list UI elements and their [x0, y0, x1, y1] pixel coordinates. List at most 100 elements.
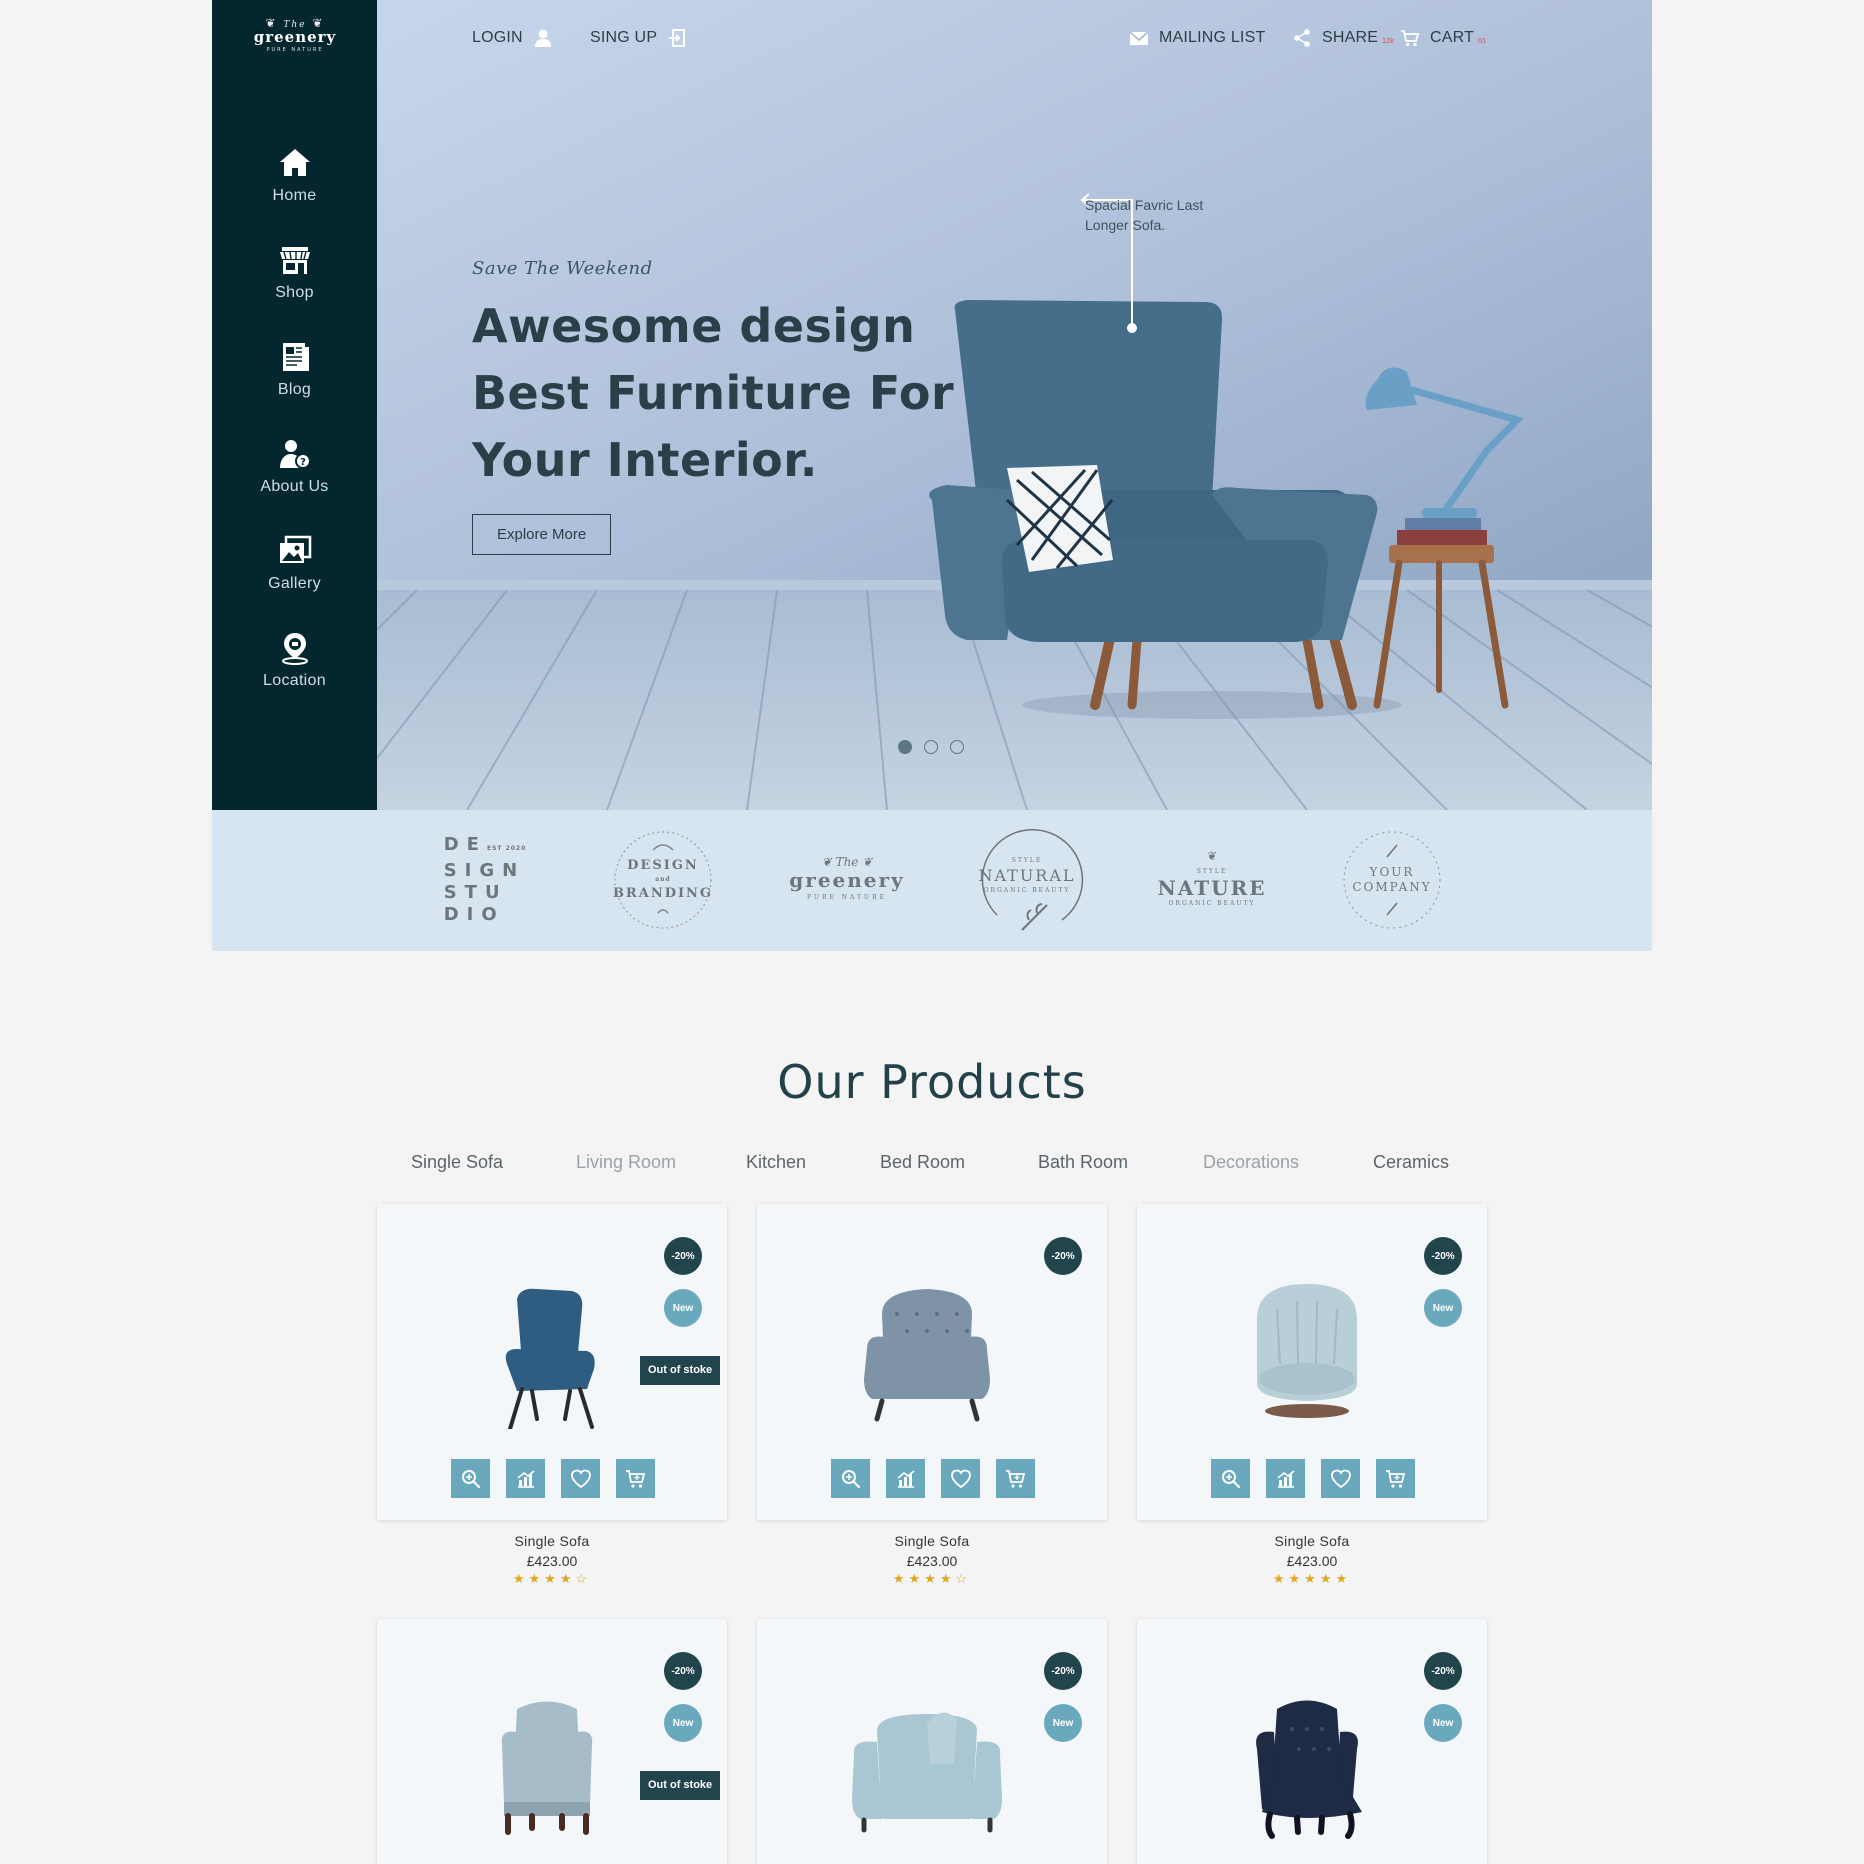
- compare-button[interactable]: [1266, 1459, 1305, 1498]
- product-image[interactable]: [462, 1269, 632, 1429]
- product-price: £423.00: [1286, 1553, 1338, 1569]
- share-link[interactable]: SHARE 12k: [1292, 28, 1394, 48]
- logo-text: YOUR: [1369, 865, 1415, 879]
- sidebar: ❦ The ❦ greenery PURE NATURE Home Shop B…: [212, 0, 377, 810]
- add-to-cart-button[interactable]: [1376, 1459, 1415, 1498]
- slider-dot-3[interactable]: [950, 740, 964, 754]
- product-image[interactable]: [1222, 1269, 1392, 1429]
- sidebar-item-shop[interactable]: Shop: [212, 242, 377, 339]
- discount-badge: -20%: [664, 1237, 702, 1275]
- quick-view-button[interactable]: [1211, 1459, 1250, 1498]
- sidebar-item-gallery[interactable]: Gallery: [212, 533, 377, 630]
- sidebar-item-blog[interactable]: Blog: [212, 339, 377, 436]
- rating-stars: ★★★★☆: [892, 1571, 972, 1586]
- zoom-icon: [840, 1468, 862, 1490]
- sidebar-item-location[interactable]: Location: [212, 630, 377, 727]
- logo-text: DE: [443, 834, 487, 855]
- logo-text: DESIGN: [627, 858, 699, 873]
- slider-dot-2[interactable]: [924, 740, 938, 754]
- slider-dot-1[interactable]: [898, 740, 912, 754]
- out-of-stock-label: Out of stoke: [640, 1356, 721, 1385]
- share-count-badge: 12k: [1382, 37, 1395, 45]
- cart-count-badge: 01: [1478, 37, 1487, 45]
- location-icon: [281, 633, 308, 665]
- sidebar-item-label: Gallery: [268, 575, 321, 592]
- product-card[interactable]: -20% New Out of stoke: [377, 1204, 727, 1520]
- login-link[interactable]: LOGIN: [472, 28, 553, 48]
- tab-kitchen[interactable]: Kitchen: [746, 1152, 806, 1173]
- products-section-title: Our Products: [777, 1055, 1087, 1109]
- tab-decorations[interactable]: Decorations: [1203, 1152, 1299, 1173]
- new-badge: New: [664, 1704, 702, 1742]
- logo-tagline: PURE NATURE: [266, 47, 324, 53]
- product-card[interactable]: -20%: [757, 1204, 1107, 1520]
- tab-single-sofa[interactable]: Single Sofa: [411, 1152, 503, 1173]
- brand-logo[interactable]: ❦ The ❦ greenery PURE NATURE: [240, 16, 350, 53]
- compare-button[interactable]: [506, 1459, 545, 1498]
- logo-text: COMPANY: [1352, 880, 1432, 894]
- quick-view-button[interactable]: [831, 1459, 870, 1498]
- sidebar-item-label: Location: [263, 672, 326, 689]
- add-to-cart-icon: [625, 1468, 647, 1490]
- partner-logo-your-company[interactable]: YOUR COMPANY: [1332, 825, 1452, 935]
- product-actions: [1211, 1459, 1415, 1498]
- share-label: SHARE: [1322, 29, 1379, 46]
- partner-logo-nature[interactable]: ❦ STYLE NATURE ORGANIC BEAUTY: [1147, 825, 1277, 935]
- product-image[interactable]: [1222, 1684, 1392, 1844]
- product-image[interactable]: [462, 1684, 632, 1844]
- partner-logo-greenery[interactable]: ❦ The ❦ greenery PURE NATURE: [767, 825, 927, 935]
- brand-logo-strip: DEEST 2020 SIGN STU DIO DESIGN and BRAND…: [212, 810, 1652, 951]
- product-image[interactable]: [842, 1684, 1012, 1844]
- home-icon: [279, 149, 310, 176]
- product-info: Single Sofa £423.00 ★★★★☆: [377, 1533, 727, 1587]
- shop-icon: [279, 247, 310, 274]
- signup-link[interactable]: SING UP: [590, 28, 687, 48]
- product-name[interactable]: Single Sofa: [1137, 1533, 1487, 1549]
- hero-headline-line: Your Interior.: [472, 433, 818, 487]
- partner-logo-design-studio[interactable]: DEEST 2020 SIGN STU DIO: [430, 825, 540, 935]
- hero-banner: LOGIN SING UP MAILING LIST SHARE 12k CAR…: [377, 0, 1652, 810]
- discount-badge: -20%: [1424, 1652, 1462, 1690]
- sidebar-item-label: Home: [272, 187, 317, 204]
- add-to-cart-button[interactable]: [616, 1459, 655, 1498]
- partner-logo-design-branding[interactable]: DESIGN and BRANDING: [598, 825, 728, 935]
- mailing-list-link[interactable]: MAILING LIST: [1129, 28, 1265, 48]
- hero-kicker: Save The Weekend: [472, 258, 653, 279]
- tab-living-room[interactable]: Living Room: [576, 1152, 676, 1173]
- sidebar-item-about-us[interactable]: ? About Us: [212, 436, 377, 533]
- top-navigation: LOGIN SING UP MAILING LIST SHARE 12k CAR…: [377, 28, 1652, 56]
- explore-more-button[interactable]: Explore More: [472, 514, 612, 555]
- sidebar-item-home[interactable]: Home: [212, 145, 377, 242]
- hero-callout-note: Spacial Favric Last Longer Sofa.: [1085, 197, 1204, 233]
- product-image[interactable]: [842, 1269, 1012, 1429]
- new-badge: New: [1044, 1704, 1082, 1742]
- hero-copy: Save The Weekend Awesome design Best Fur…: [472, 258, 972, 555]
- zoom-icon: [1220, 1468, 1242, 1490]
- logo-text: STU: [443, 882, 508, 903]
- signup-icon: [669, 29, 686, 47]
- logo-text: ORGANIC BEAUTY: [983, 886, 1071, 894]
- discount-badge: -20%: [1424, 1237, 1462, 1275]
- wishlist-button[interactable]: [561, 1459, 600, 1498]
- wishlist-button[interactable]: [941, 1459, 980, 1498]
- product-card[interactable]: -20% New: [1137, 1204, 1487, 1520]
- add-to-cart-button[interactable]: [996, 1459, 1035, 1498]
- product-name[interactable]: Single Sofa: [757, 1533, 1107, 1549]
- quick-view-button[interactable]: [451, 1459, 490, 1498]
- tab-bed-room[interactable]: Bed Room: [880, 1152, 965, 1173]
- partner-logo-natural[interactable]: STYLE NATURAL ORGANIC BEAUTY: [962, 825, 1092, 935]
- logo-leaf-ornament: ❦: [1206, 849, 1218, 863]
- product-name[interactable]: Single Sofa: [377, 1533, 727, 1549]
- wishlist-button[interactable]: [1321, 1459, 1360, 1498]
- cart-link[interactable]: CART 01: [1400, 28, 1486, 48]
- tab-bath-room[interactable]: Bath Room: [1038, 1152, 1128, 1173]
- product-card[interactable]: -20% New Out of stoke: [377, 1619, 727, 1864]
- product-card[interactable]: -20% New: [757, 1619, 1107, 1864]
- product-card[interactable]: -20% New: [1137, 1619, 1487, 1864]
- discount-badge: -20%: [1044, 1652, 1082, 1690]
- logo-text: The: [835, 855, 859, 869]
- hero-headline-line: Awesome design: [472, 299, 916, 353]
- tab-ceramics[interactable]: Ceramics: [1373, 1152, 1449, 1173]
- compare-button[interactable]: [886, 1459, 925, 1498]
- logo-text: DIO: [443, 904, 505, 925]
